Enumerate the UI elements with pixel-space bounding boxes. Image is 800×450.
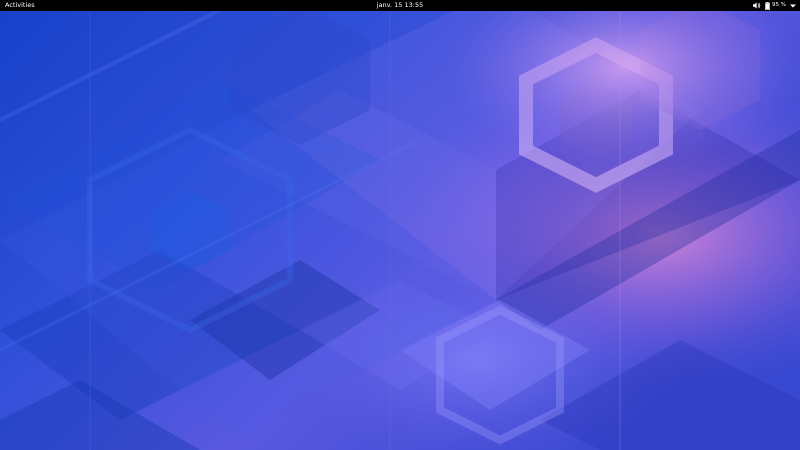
volume-icon	[753, 0, 761, 11]
desktop[interactable]: Activities janv. 15 13:55 95 %	[0, 0, 800, 450]
battery-icon	[765, 0, 770, 11]
clock-button[interactable]: janv. 15 13:55	[377, 1, 423, 9]
activities-button[interactable]: Activities	[5, 0, 35, 11]
desktop-wallpaper	[0, 0, 800, 450]
top-bar: Activities janv. 15 13:55 95 %	[0, 0, 800, 11]
battery-percentage: 95 %	[772, 2, 786, 8]
system-status-menu[interactable]: 95 %	[753, 0, 796, 11]
chevron-down-icon	[790, 0, 796, 11]
